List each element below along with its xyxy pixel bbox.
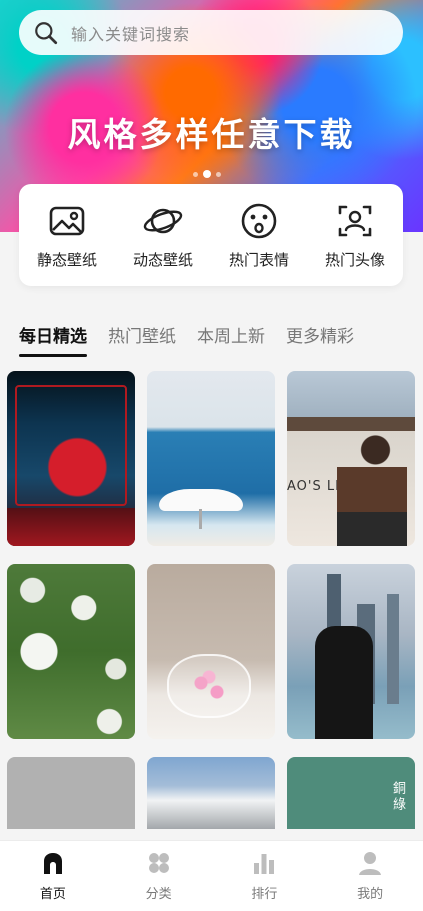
wallpaper-brand-text: 銅綠 — [390, 781, 405, 813]
quick-action-hot-emoji[interactable]: 热门表情 — [214, 201, 304, 270]
tabbar-item-home[interactable]: 首页 — [0, 841, 106, 911]
avatar-icon — [338, 205, 372, 236]
tab-more[interactable]: 更多精彩 — [286, 322, 354, 357]
tabbar-label: 我的 — [357, 887, 384, 902]
tabbar-label: 排行 — [251, 887, 278, 902]
carousel-dot[interactable] — [216, 171, 221, 177]
tab-daily-picks[interactable]: 每日精选 — [19, 322, 87, 357]
carousel-dot-active[interactable] — [203, 170, 211, 178]
quick-action-label: 热门表情 — [228, 250, 289, 269]
wallpaper-thumbnail[interactable] — [147, 371, 275, 546]
bottom-tab-bar: 首页 分类 排行 我的 — [0, 840, 423, 911]
quick-action-live-wallpaper[interactable]: 动态壁纸 — [118, 201, 208, 270]
wallpaper-art — [315, 626, 373, 739]
quick-action-hot-avatar[interactable]: 热门头像 — [310, 201, 400, 270]
search-icon — [35, 21, 58, 44]
carousel-indicator — [193, 170, 221, 178]
wallpaper-grid: AO'S LIFE 銅綠 — [7, 371, 415, 829]
category-tabs: 每日精选 热门壁纸 本周上新 更多精彩 — [19, 322, 354, 357]
quick-action-label: 热门头像 — [324, 250, 385, 269]
wallpaper-thumbnail[interactable]: 銅綠 — [287, 757, 415, 829]
carousel-dot[interactable] — [193, 171, 198, 177]
wallpaper-art — [337, 433, 407, 546]
quick-action-static-wallpaper[interactable]: 静态壁纸 — [22, 201, 112, 270]
quick-actions-card: 静态壁纸 动态壁纸 热门表情 热门头像 — [19, 184, 403, 286]
wallpaper-art — [159, 489, 243, 511]
wallpaper-thumbnail[interactable] — [7, 757, 135, 829]
tab-weekly-new[interactable]: 本周上新 — [197, 322, 265, 357]
tabbar-label: 分类 — [145, 887, 172, 902]
search-input[interactable]: 输入关键词搜索 — [71, 21, 190, 45]
wallpaper-thumbnail[interactable] — [147, 757, 275, 829]
ranking-icon — [254, 854, 275, 874]
wallpaper-thumbnail[interactable] — [147, 564, 275, 739]
tabbar-label: 首页 — [39, 887, 66, 902]
tab-hot-wallpapers[interactable]: 热门壁纸 — [108, 322, 176, 357]
profile-icon — [359, 852, 382, 875]
wallpaper-art — [167, 654, 251, 718]
home-icon — [43, 853, 62, 874]
search-bar[interactable]: 输入关键词搜索 — [19, 10, 403, 55]
tabbar-item-ranking[interactable]: 排行 — [212, 841, 318, 911]
wallpaper-thumbnail[interactable]: AO'S LIFE — [287, 371, 415, 546]
wallpaper-thumbnail[interactable] — [7, 564, 135, 739]
category-icon — [148, 853, 169, 873]
tabbar-item-category[interactable]: 分类 — [106, 841, 212, 911]
banner-title: 风格多样任意下载 — [67, 115, 356, 154]
wallpaper-art — [387, 594, 399, 704]
wallpaper-art — [287, 417, 415, 431]
wallpaper-art — [7, 508, 135, 546]
tabbar-item-profile[interactable]: 我的 — [317, 841, 423, 911]
emoji-icon — [241, 203, 277, 238]
image-icon — [49, 206, 85, 235]
wallpaper-art — [15, 385, 127, 506]
planet-icon — [143, 208, 183, 233]
wallpaper-art — [199, 509, 202, 529]
wallpaper-thumbnail[interactable] — [287, 564, 415, 739]
quick-action-label: 动态壁纸 — [132, 250, 193, 269]
wallpaper-thumbnail[interactable] — [7, 371, 135, 546]
quick-action-label: 静态壁纸 — [36, 250, 97, 269]
